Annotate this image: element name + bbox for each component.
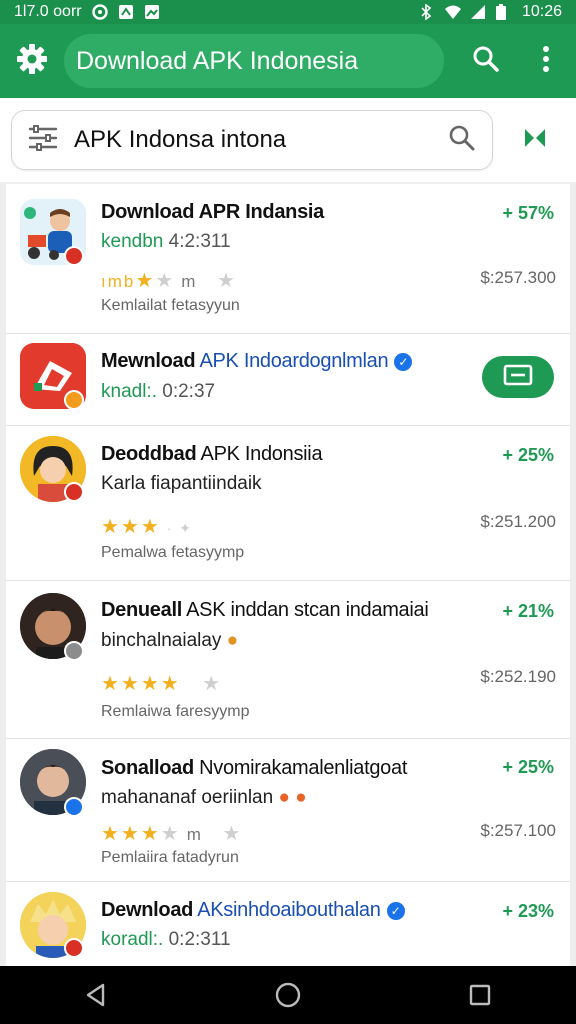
rating: ★★★★ ★ [101,673,223,695]
app-title: Mewnload APK Indoardognlmlan ✓ [101,350,413,373]
platform-badge [64,641,84,661]
install-button[interactable] [482,356,554,398]
discount-percent: + 21% [502,601,554,621]
app-subtitle: binchalnaialay ● [101,630,239,651]
app-footer: Pemlaiira fatadyrun [101,849,239,866]
status-text: 1l7.0 oorr [14,3,82,20]
status-time: 10:26 [521,3,562,20]
status-right: 10:26 [418,3,562,21]
app-price: $:251.200 [480,512,556,531]
wifi-icon [444,4,461,20]
status-left: 1l7.0 oorr [14,3,160,21]
search-button[interactable] [456,24,516,98]
app-title: Sonalload Nvomirakamalenliatgoat [101,757,408,779]
list-item[interactable]: Dewnload AKsinhdoaibouthalan ✓ koradl:. 0… [6,882,570,966]
list-item[interactable]: Mewnload APK Indoardognlmlan ✓ knadl:. 0:… [6,334,570,426]
search-input[interactable]: APK Indonsa intona [74,126,432,154]
app-title: Dewnload AKsinhdoaibouthalan ✓ [101,899,405,922]
platform-badge [64,246,84,266]
gear-icon [16,43,48,80]
status-bar: 1l7.0 oorr 10:26 [0,0,576,24]
platform-badge [64,797,84,817]
app-title: Denueall ASK inddan stcan indamaiai [101,599,429,621]
filter-sliders-icon [28,124,58,156]
search-icon [472,45,500,78]
more-vert-icon [542,45,550,78]
list-item[interactable]: Denueall ASK inddan stcan indamaiai binc… [6,581,570,739]
app-footer: Kemlailat fetasyyun [101,297,240,314]
app-title: Deoddbad APK Indonsiia [101,443,323,465]
list-item[interactable]: Deoddbad APK Indonsiia Karla fiapantiind… [6,426,570,581]
back-button[interactable] [66,966,126,1024]
clear-search-button[interactable] [493,98,576,182]
search-row: APK Indonsa intona [0,98,576,182]
system-nav-bar [0,966,576,1024]
discount-percent: + 57% [502,203,554,223]
app-subtitle: knadl:. 0:2:37 [101,381,216,402]
recents-button[interactable] [450,966,510,1024]
search-icon [448,124,476,157]
app-footer: Remlaiwa faresyymp [101,703,250,720]
home-button[interactable] [258,966,318,1024]
app-price: $:257.100 [480,821,556,840]
app-subtitle: kendbn 4:2:311 [101,231,231,252]
notification-app-icon [118,4,134,20]
platform-badge [64,482,84,502]
app-price: $:257.300 [480,268,556,287]
back-triangle-icon [86,983,105,1007]
discount-percent: + 23% [502,901,554,921]
close-icon [522,125,548,156]
app-price: $:252.190 [480,667,556,686]
app-footer: Pemalwa fetasyymp [101,544,245,561]
app-title: Download APR Indansia [101,201,324,223]
app-subtitle: mahananaf oeriinlan ● ● [101,787,307,808]
verified-icon: ✓ [394,352,413,371]
list-item[interactable]: Sonalload Nvomirakamalenliatgoat mahanan… [6,739,570,882]
install-icon [503,364,533,391]
notification-circle-icon [91,4,108,20]
discount-percent: + 25% [502,445,554,465]
app-subtitle: Karla fiapantiindaik [101,473,262,494]
filter-button[interactable] [12,124,74,156]
verified-icon: ✓ [386,901,405,920]
rating: ımb★★ m ★ [101,270,237,292]
app-subtitle: koradl:. 0:2:311 [101,929,231,950]
rating: ★★★★ m ★ [101,823,243,845]
search-box[interactable]: APK Indonsa intona [11,110,493,170]
recents-square-icon [469,984,491,1006]
notification-image-icon [144,4,160,20]
signal-icon [470,4,486,20]
search-submit-button[interactable] [432,124,492,157]
platform-badge [64,390,84,410]
platform-badge [64,938,84,958]
rating: ★★★ · ✦ [101,516,193,538]
list-item[interactable]: Download APR Indansia kendbn 4:2:311 ımb… [6,184,570,334]
battery-icon [495,4,512,20]
overflow-menu-button[interactable] [516,24,576,98]
settings-button[interactable] [0,24,64,98]
home-circle-icon [275,982,301,1008]
bluetooth-icon [418,3,434,21]
app-title[interactable]: Download APK Indonesia [64,34,444,88]
app-list: Download APR Indansia kendbn 4:2:311 ımb… [6,184,570,966]
discount-percent: + 25% [502,757,554,777]
app-bar: Download APK Indonesia [0,24,576,98]
